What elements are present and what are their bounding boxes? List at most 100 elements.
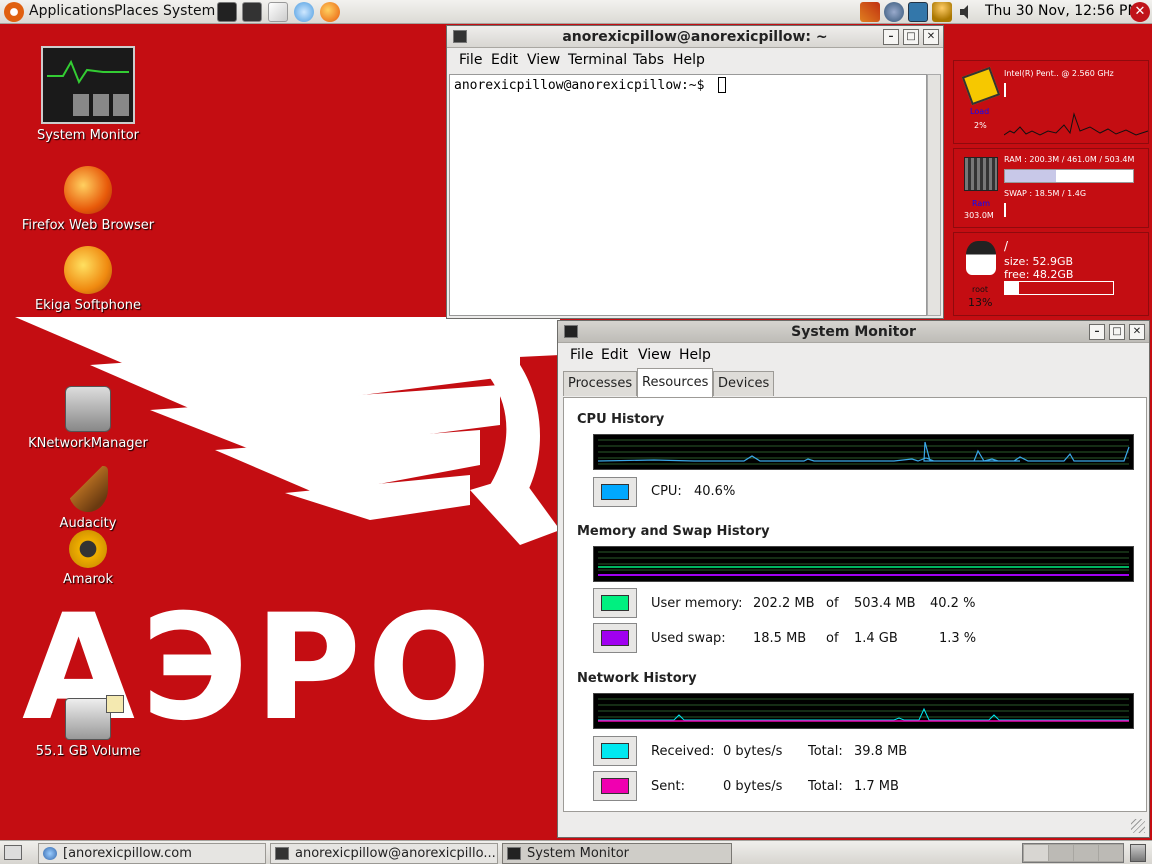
- cpu-color-picker[interactable]: [593, 477, 637, 507]
- cpu-load-bar: [1004, 83, 1006, 97]
- applications-menu[interactable]: Applications: [29, 3, 115, 19]
- updates-icon[interactable]: [908, 2, 928, 22]
- sysmon-menubar: File Edit View Help: [558, 343, 1149, 368]
- memory-color-swatch: [601, 595, 629, 611]
- network-history-graph: [593, 693, 1134, 729]
- maximize-button[interactable]: □: [1109, 324, 1125, 340]
- disk-bar-fill: [1005, 282, 1020, 294]
- terminal-launcher-icon[interactable]: [242, 2, 262, 22]
- volume-icon[interactable]: [958, 2, 974, 22]
- chat-launcher-icon[interactable]: [294, 2, 314, 22]
- terminal-cursor: [718, 77, 726, 93]
- desktop-icon-ekiga[interactable]: Ekiga Softphone: [8, 246, 168, 313]
- desktop-icon-system-monitor[interactable]: System Monitor: [8, 46, 168, 143]
- sent-color-picker[interactable]: [593, 771, 637, 801]
- desktop-icon-knetworkmanager[interactable]: KNetworkManager: [8, 386, 168, 451]
- desktop-icon-amarok[interactable]: Amarok: [8, 530, 168, 587]
- tux-icon: [966, 241, 996, 275]
- close-button[interactable]: ✕: [923, 29, 939, 45]
- memory-percent: 40.2 %: [930, 596, 976, 611]
- menu-help[interactable]: Help: [673, 52, 705, 68]
- disk-free: free: 48.2GB: [1004, 268, 1074, 281]
- taskbar-item-terminal[interactable]: anorexicpillow@anorexicpillo...: [270, 843, 498, 864]
- tab-resources[interactable]: Resources: [637, 368, 714, 397]
- menu-tabs[interactable]: Tabs: [633, 52, 664, 68]
- show-desktop-icon[interactable]: [4, 845, 22, 860]
- terminal-menubar: File Edit View Terminal Tabs Help: [447, 48, 943, 73]
- workspace-3[interactable]: [1074, 845, 1098, 861]
- menu-view[interactable]: View: [638, 347, 671, 363]
- received-label: Received:: [651, 744, 715, 759]
- window-title: System Monitor: [791, 324, 916, 340]
- terminal-titlebar[interactable]: anorexicpillow@anorexicpillow: ~ – □ ✕: [447, 26, 943, 48]
- trash-icon[interactable]: [1130, 844, 1146, 862]
- close-button[interactable]: ✕: [1129, 324, 1145, 340]
- desktop-icon-volume[interactable]: 55.1 GB Volume: [8, 695, 168, 759]
- tab-processes[interactable]: Processes: [563, 371, 638, 396]
- desktop-icon-firefox[interactable]: Firefox Web Browser: [8, 166, 168, 233]
- swap-of: of: [826, 631, 839, 646]
- terminal-screen[interactable]: anorexicpillow@anorexicpillow:~$: [449, 74, 927, 316]
- workspace-2[interactable]: [1049, 845, 1073, 861]
- ram-bar-fill: [1005, 170, 1057, 182]
- minimize-button[interactable]: –: [883, 29, 899, 45]
- clock[interactable]: Thu 30 Nov, 12:56 PM: [985, 3, 1140, 19]
- audacity-icon: [68, 466, 108, 512]
- desktop-icon-audacity[interactable]: Audacity: [8, 466, 168, 531]
- tab-devices[interactable]: Devices: [713, 371, 775, 396]
- system-monitor-launcher-icon[interactable]: [217, 2, 237, 22]
- maximize-button[interactable]: □: [903, 29, 919, 45]
- received-color-picker[interactable]: [593, 736, 637, 766]
- swap-total: 1.4 GB: [854, 631, 898, 646]
- taskbar-item-system-monitor[interactable]: System Monitor: [502, 843, 732, 864]
- ubuntu-logo-icon[interactable]: [4, 2, 24, 22]
- system-menu[interactable]: System: [163, 3, 215, 19]
- swap-used: 18.5 MB: [753, 631, 807, 646]
- menu-edit[interactable]: Edit: [601, 347, 628, 363]
- shutdown-icon[interactable]: ✕: [1130, 2, 1150, 22]
- user-icon[interactable]: [932, 2, 952, 22]
- disk-user: root: [972, 285, 989, 294]
- memory-history-graph: [593, 546, 1134, 582]
- top-panel: Applications Places System Thu 30 Nov, 1…: [0, 0, 1152, 24]
- system-monitor-window-icon: [564, 325, 578, 338]
- resize-grip[interactable]: [1131, 819, 1145, 833]
- sysmon-titlebar[interactable]: System Monitor – □ ✕: [558, 321, 1149, 343]
- workspace-1[interactable]: [1024, 845, 1048, 861]
- firefox-launcher-icon[interactable]: [320, 2, 340, 22]
- taskbar-item-label: System Monitor: [527, 846, 630, 861]
- ram-widget: RAM : 200.3M / 461.0M / 503.4M SWAP : 18…: [953, 148, 1149, 228]
- menu-file[interactable]: File: [570, 347, 593, 363]
- places-menu[interactable]: Places: [114, 3, 159, 19]
- system-monitor-icon: [507, 847, 521, 860]
- sent-label: Sent:: [651, 779, 685, 794]
- desktop-icon-label: System Monitor: [36, 128, 140, 143]
- network-history-heading: Network History: [577, 671, 697, 686]
- ram-chip-icon: [964, 157, 998, 191]
- menu-terminal[interactable]: Terminal: [568, 52, 627, 68]
- menu-view[interactable]: View: [527, 52, 560, 68]
- tools-icon[interactable]: [860, 2, 880, 22]
- swap-bar: [1004, 203, 1006, 217]
- swap-label: Used swap:: [651, 631, 726, 646]
- network-icon[interactable]: [884, 2, 904, 22]
- menu-file[interactable]: File: [459, 52, 482, 68]
- text-editor-launcher-icon[interactable]: [268, 2, 288, 22]
- workspace-switcher[interactable]: [1022, 843, 1124, 863]
- menu-edit[interactable]: Edit: [491, 52, 518, 68]
- cpu-value: 40.6%: [694, 484, 736, 499]
- workspace-4[interactable]: [1099, 845, 1123, 861]
- memory-color-picker[interactable]: [593, 588, 637, 618]
- memory-history-heading: Memory and Swap History: [577, 524, 770, 539]
- lock-icon: [106, 695, 124, 713]
- terminal-window-icon: [453, 30, 467, 43]
- taskbar-item-firefox[interactable]: [anorexicpillow.com: [38, 843, 266, 864]
- memory-of: of: [826, 596, 839, 611]
- menu-help[interactable]: Help: [679, 347, 711, 363]
- resources-panel: CPU History CPU: 40.6% Memory and Swap H…: [563, 397, 1147, 812]
- minimize-button[interactable]: –: [1089, 324, 1105, 340]
- terminal-scrollbar[interactable]: [927, 74, 941, 316]
- disk-used: 13%: [968, 296, 993, 309]
- disk-mount: /: [1004, 239, 1009, 253]
- swap-color-picker[interactable]: [593, 623, 637, 653]
